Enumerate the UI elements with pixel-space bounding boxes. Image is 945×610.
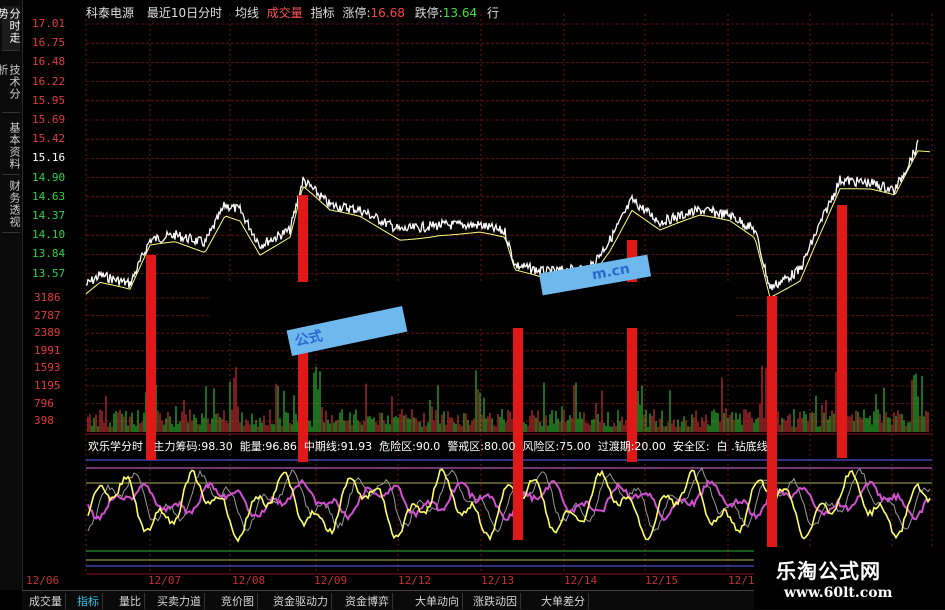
indicator-value: 安全区: [672,440,710,453]
bottom-tab[interactable]: 竞价图 [218,593,258,609]
indicator-value: 主力筹码:98.30 [153,440,233,453]
bottom-tab[interactable]: 量比 [116,593,145,609]
indicator-value: 过渡期:20.00 [597,440,666,453]
date-tick-label: 12/06 [26,574,60,587]
indicator-value: 危险区:90.0 [379,440,441,453]
redaction-block [210,282,735,328]
bottom-tab[interactable]: 大单动向 [412,593,463,609]
bottom-tab[interactable]: 涨跌动因 [470,593,521,609]
intraday-price-line [86,139,919,291]
date-tick-label: 12/07 [148,574,182,587]
indicator-name: 欢乐学分时 [88,440,143,453]
date-tick-label: 12/09 [314,574,348,587]
indicator-yellow-line [87,468,931,543]
signal-red-bar [513,328,523,540]
ribbon-upper-text: m.cn [590,261,632,284]
indicator-value: 风险区:75.00 [522,440,591,453]
date-tick-label: 12/08 [232,574,266,587]
watermark-url: www.60lt.com [784,585,893,601]
average-price-line [85,150,931,299]
indicator-value: 警戒区:80.00 [447,440,516,453]
indicator-value: 中期线:91.93 [303,440,373,453]
signal-red-bar [767,296,777,548]
bottom-tab[interactable]: 资金驱动力 [270,593,332,609]
bottom-tab[interactable]: 指标 [74,593,103,609]
signal-red-bar [146,255,156,460]
bottom-tab[interactable]: 资金博弈 [342,593,393,609]
indicator-value: 白 .钻底线 [716,440,768,453]
date-tick-label: 12/15 [645,574,679,587]
signal-red-bar [837,205,847,458]
indicator-lines [87,467,931,543]
ribbon-lower-text: 公式 [293,328,325,350]
stock-chart-window: 分时走势 技术分析 基本资料 财务透视 科泰电源 最近10日分时 均线 成交量 … [0,0,945,610]
signal-red-bars [146,195,847,548]
bottom-tab[interactable]: 买卖力道 [154,593,205,609]
bottom-tab[interactable]: 大单差分 [538,593,589,609]
indicator-value: 能量:96.86 [239,440,297,453]
indicator-values-bar: 欢乐学分时 主力筹码:98.30 能量:96.86 中期线:91.93 危险区:90.… [88,438,782,454]
date-tick-label: 12/13 [481,574,515,587]
date-tick-label: 12/14 [564,574,598,587]
bottom-tab[interactable]: 成交量 [26,593,66,609]
volume-bars [87,363,929,432]
site-watermark: 乐淘公式网 www.60lt.com [754,547,945,609]
watermark-title: 乐淘公式网 [776,559,881,583]
date-tick-label: 12/12 [398,574,432,587]
